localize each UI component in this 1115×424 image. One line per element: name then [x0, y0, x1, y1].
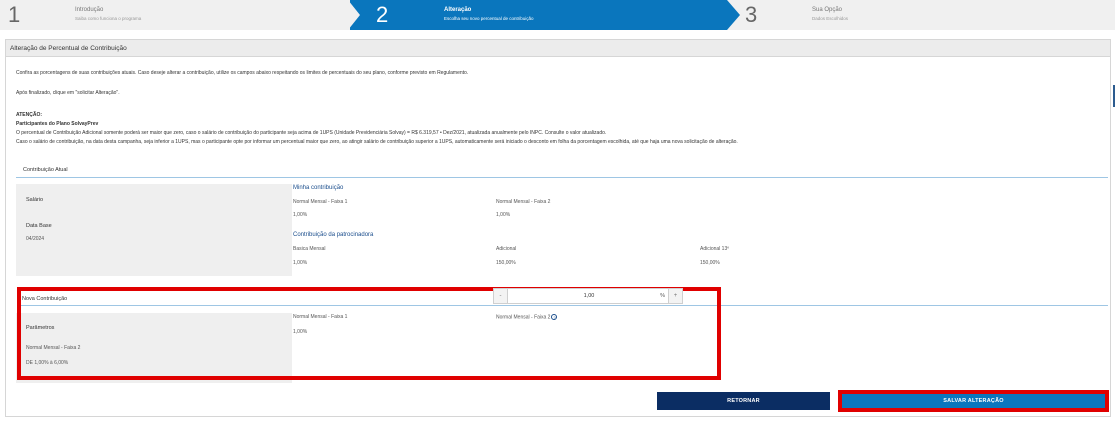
rule-paragraph-2: Caso o salário de contribuição, na data … — [16, 139, 738, 145]
step-subtitle: Dados Escolhidos — [812, 16, 849, 21]
attention-heading: ATENÇÃO: — [16, 112, 43, 118]
my-contribution-title: Minha contribuição — [293, 185, 344, 191]
faixa2-value: 1,00% — [496, 212, 511, 218]
back-button[interactable]: RETORNAR — [657, 392, 830, 410]
step-introducao[interactable]: 1 Introdução Saiba como funciona o progr… — [0, 0, 350, 30]
step-number: 2 — [376, 2, 389, 27]
basic-monthly-label: Basica Mensal — [293, 246, 326, 252]
sponsor-contribution-title: Contribuição da patrocinadora — [293, 232, 374, 238]
additional13-value: 150,00% — [700, 260, 720, 266]
step-title: Introdução — [75, 7, 104, 13]
database-value: 04/2024 — [26, 236, 45, 242]
participants-heading: Participantes do Plano SolvayPrev — [16, 121, 99, 127]
basic-monthly-value: 1,00% — [293, 260, 308, 266]
decrement-button[interactable]: - — [494, 289, 508, 303]
additional-label: Adicional — [496, 246, 517, 252]
section-title-current: Contribuição Atual — [23, 167, 68, 173]
increment-button[interactable]: + — [668, 289, 682, 303]
contribution-panel: Alteração de Percentual de Contribuição … — [5, 39, 1111, 417]
instruction-text: Após finalizado, clique em "solicitar Al… — [16, 90, 120, 96]
faixa1-label: Normal Mensal - Faixa 1 — [293, 199, 348, 205]
faixa1-value: 1,00% — [293, 212, 308, 218]
percent-sign: % — [660, 293, 665, 299]
step-number: 1 — [8, 2, 21, 27]
step-chevron — [727, 0, 740, 30]
save-change-button[interactable]: SALVAR ALTERAÇÃO — [838, 390, 1109, 412]
salary-label: Salário — [26, 197, 44, 203]
faixa2-percentage-input[interactable] — [564, 289, 614, 303]
database-label: Data Base — [26, 223, 52, 229]
faixa2-percentage-stepper[interactable]: - % + — [493, 288, 683, 304]
rule-paragraph-1: O percentual de Contribuição Adicional s… — [16, 130, 607, 136]
panel-header: Alteração de Percentual de Contribuição — [6, 40, 1110, 57]
step-title: Alteração — [444, 7, 472, 13]
additional13-label: Adicional 13º — [700, 246, 730, 252]
progress-stepper: 1 Introdução Saiba como funciona o progr… — [0, 0, 1115, 30]
step-sua-opcao[interactable]: 3 Sua Opção Dados Escolhidos — [740, 0, 1115, 30]
intro-text: Confira as porcentagens de suas contribu… — [16, 70, 469, 76]
step-subtitle: Saiba como funciona o programa — [75, 16, 142, 21]
step-title: Sua Opção — [812, 7, 843, 13]
section-divider — [16, 177, 1108, 178]
additional-value: 150,00% — [496, 260, 516, 266]
current-info-box — [16, 184, 292, 276]
step-chevron — [348, 0, 360, 30]
step-alteracao[interactable]: 2 Alteração Escolha seu novo percentual … — [362, 0, 727, 30]
faixa2-label: Normal Mensal - Faixa 2 — [496, 199, 551, 205]
step-number: 3 — [745, 2, 758, 27]
panel-title: Alteração de Percentual de Contribuição — [10, 45, 127, 52]
step-subtitle: Escolha seu novo percentual de contribui… — [444, 16, 534, 21]
